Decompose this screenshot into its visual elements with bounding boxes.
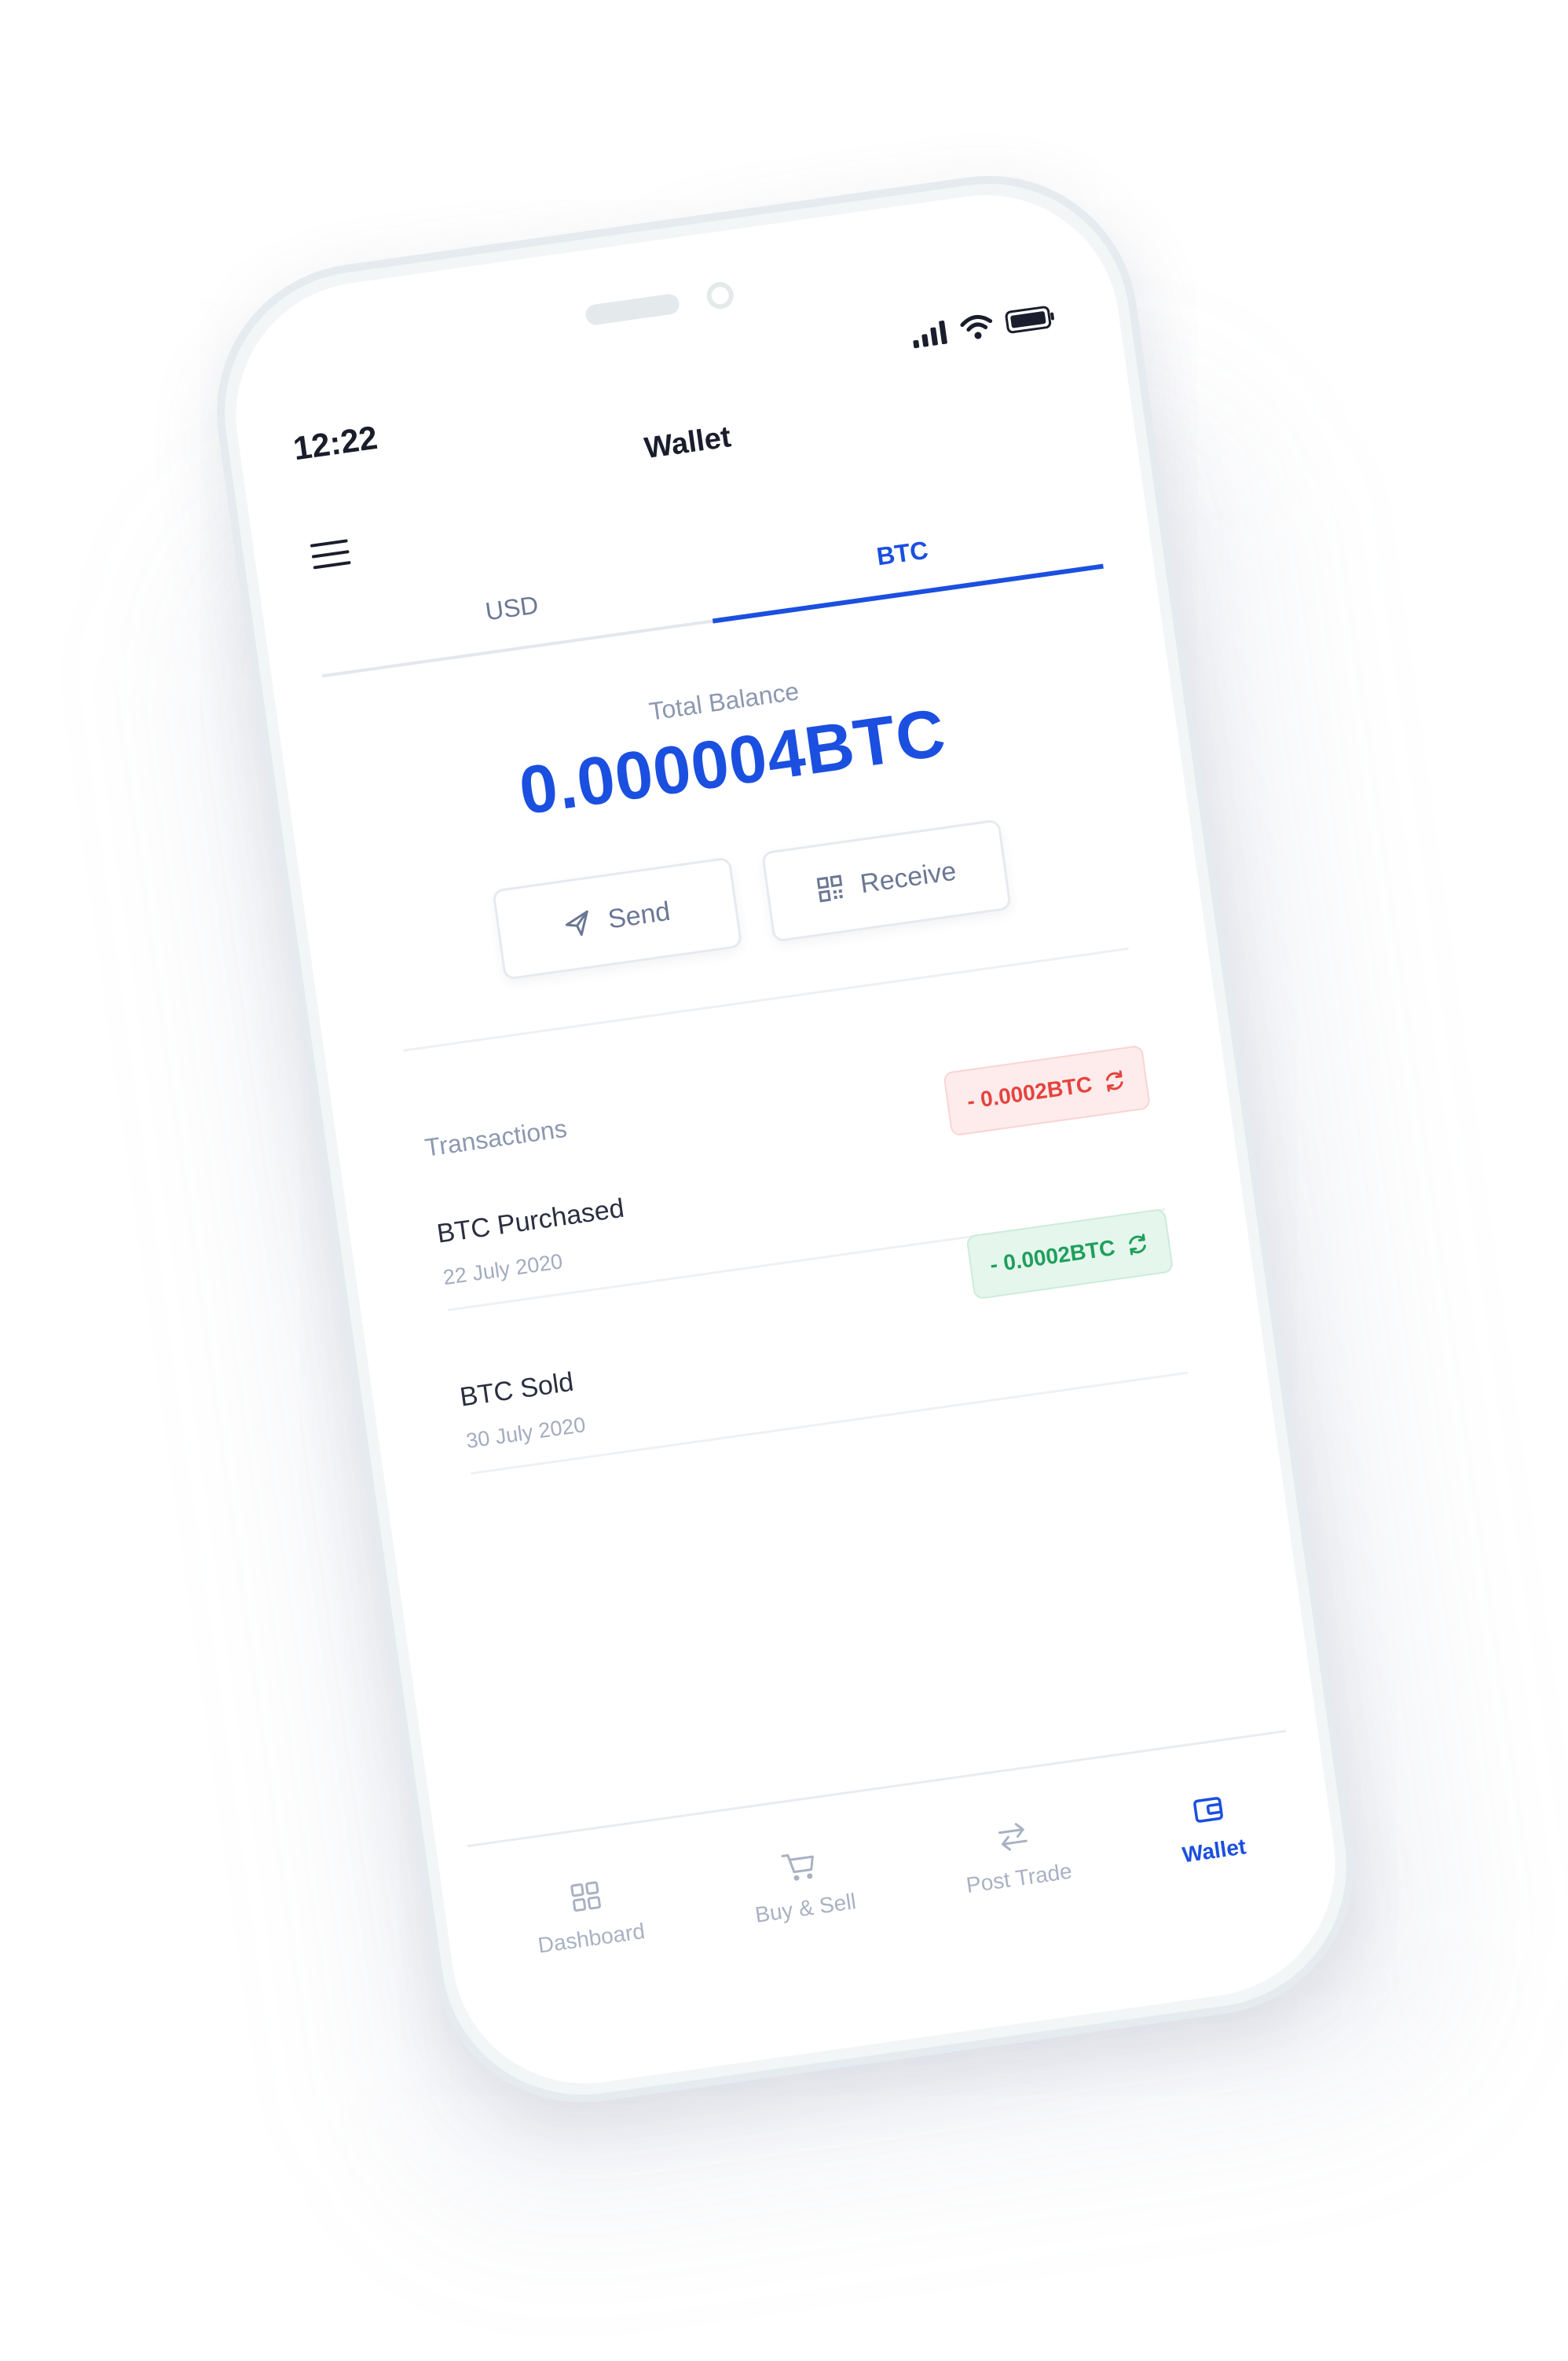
speaker-grill: [584, 292, 681, 327]
transaction-date: 22 July 2020: [441, 1249, 565, 1290]
cart-icon: [780, 1848, 819, 1884]
status-time: 12:22: [291, 418, 380, 467]
wallet-icon: [1190, 1791, 1225, 1826]
transaction-amount: - 0.0002BTC: [988, 1235, 1117, 1278]
nav-label: Buy & Sell: [753, 1888, 858, 1927]
hamburger-menu-icon[interactable]: [310, 536, 351, 572]
transaction-title: BTC Purchased: [434, 1193, 626, 1249]
receive-button-label: Receive: [858, 856, 958, 899]
wallet-actions: Send Receive: [492, 819, 1013, 981]
paper-plane-icon: [562, 909, 592, 939]
send-button[interactable]: Send: [492, 856, 743, 981]
refresh-icon: [1124, 1231, 1151, 1258]
currency-tabs: USD BTC: [311, 486, 1104, 678]
nav-item-buy-sell[interactable]: Buy & Sell: [747, 1843, 857, 1927]
bottom-nav: Dashboard Buy & Sell Post Trade Wallet: [467, 1729, 1310, 2015]
tab-btc[interactable]: BTC: [702, 487, 1103, 620]
nav-item-wallet[interactable]: Wallet: [1174, 1788, 1247, 1867]
send-button-label: Send: [606, 896, 672, 935]
qr-code-icon: [815, 874, 845, 904]
tab-usd[interactable]: USD: [311, 541, 713, 674]
swap-arrows-icon: [994, 1818, 1032, 1854]
wifi-icon: [958, 312, 995, 342]
nav-label: Dashboard: [536, 1918, 647, 1958]
front-camera: [705, 280, 735, 311]
nav-label: Post Trade: [964, 1858, 1074, 1897]
transaction-date: 30 July 2020: [464, 1413, 588, 1454]
signal-icon: [910, 318, 950, 349]
grid-icon: [568, 1879, 603, 1914]
transaction-amount-badge: - 0.0002BTC: [942, 1044, 1152, 1137]
transaction-title: BTC Sold: [458, 1366, 576, 1413]
nav-item-post-trade[interactable]: Post Trade: [958, 1813, 1074, 1898]
status-icons: [910, 303, 1057, 349]
receive-button[interactable]: Receive: [760, 819, 1013, 943]
transaction-amount: - 0.0002BTC: [965, 1072, 1094, 1114]
nav-item-dashboard[interactable]: Dashboard: [530, 1873, 647, 1958]
refresh-icon: [1101, 1068, 1128, 1094]
nav-label: Wallet: [1180, 1833, 1247, 1867]
battery-icon: [1004, 303, 1057, 335]
